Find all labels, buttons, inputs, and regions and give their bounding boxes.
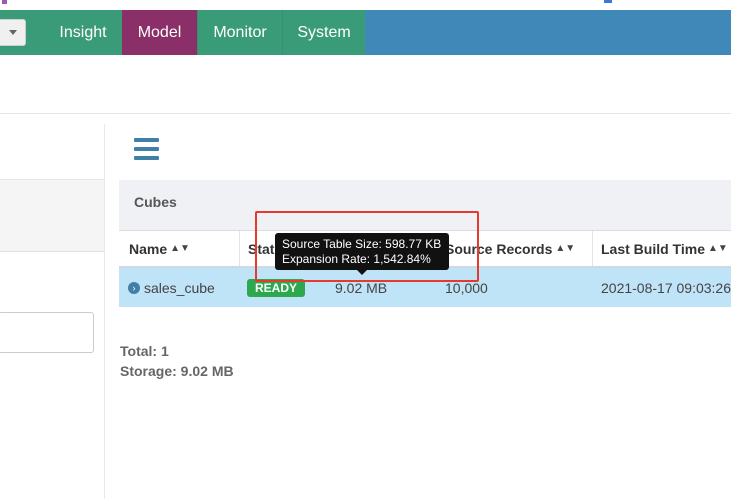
browser-top-strip bbox=[0, 0, 731, 10]
circle-chevron-right-icon[interactable]: › bbox=[128, 281, 140, 294]
browser-tab-fragment bbox=[604, 0, 612, 3]
last-build-time-value: 2021-08-17 09:03:26 bbox=[601, 279, 731, 296]
cube-name: sales_cube bbox=[144, 279, 215, 296]
column-header-last-build-time[interactable]: Last Build Time ▲▼ bbox=[601, 231, 728, 266]
sidebar-search-input[interactable] bbox=[0, 312, 94, 353]
caret-down-icon bbox=[8, 30, 17, 35]
sidebar-section bbox=[0, 180, 104, 251]
column-separator bbox=[239, 231, 240, 266]
column-header-name[interactable]: Name ▲▼ bbox=[129, 231, 190, 266]
column-header-label: Name bbox=[129, 240, 168, 257]
menu-bar bbox=[134, 156, 159, 160]
sort-icon: ▲▼ bbox=[170, 243, 190, 254]
panel-title: Cubes bbox=[134, 194, 177, 210]
column-header-label: Last Build Time bbox=[601, 240, 705, 257]
tab-model[interactable]: Model bbox=[122, 10, 197, 55]
cube-stats: Total: 1 Storage: 9.02 MB bbox=[120, 341, 234, 381]
header-divider bbox=[0, 113, 731, 114]
cube-name-cell[interactable]: › sales_cube bbox=[128, 268, 215, 307]
browser-tab-fragment bbox=[2, 0, 7, 4]
sort-icon: ▲▼ bbox=[707, 243, 728, 254]
total-count: Total: 1 bbox=[120, 343, 169, 359]
annotation-highlight-box bbox=[255, 211, 479, 282]
column-separator bbox=[592, 231, 593, 266]
top-navbar: Insight Model Monitor System bbox=[0, 10, 731, 55]
tab-system[interactable]: System bbox=[282, 10, 365, 55]
tab-monitor[interactable]: Monitor bbox=[197, 10, 282, 55]
project-dropdown-button[interactable] bbox=[0, 19, 26, 46]
last-build-time-cell: 2021-08-17 09:03:26 bbox=[601, 268, 731, 307]
tab-insight[interactable]: Insight bbox=[44, 10, 122, 55]
hamburger-menu-icon[interactable] bbox=[134, 138, 159, 160]
menu-bar bbox=[134, 147, 159, 151]
sidebar-divider-line bbox=[0, 251, 104, 252]
sort-icon: ▲▼ bbox=[555, 243, 576, 254]
storage-total: Storage: 9.02 MB bbox=[120, 363, 234, 379]
menu-bar bbox=[134, 138, 159, 142]
sidebar-divider bbox=[104, 124, 105, 499]
